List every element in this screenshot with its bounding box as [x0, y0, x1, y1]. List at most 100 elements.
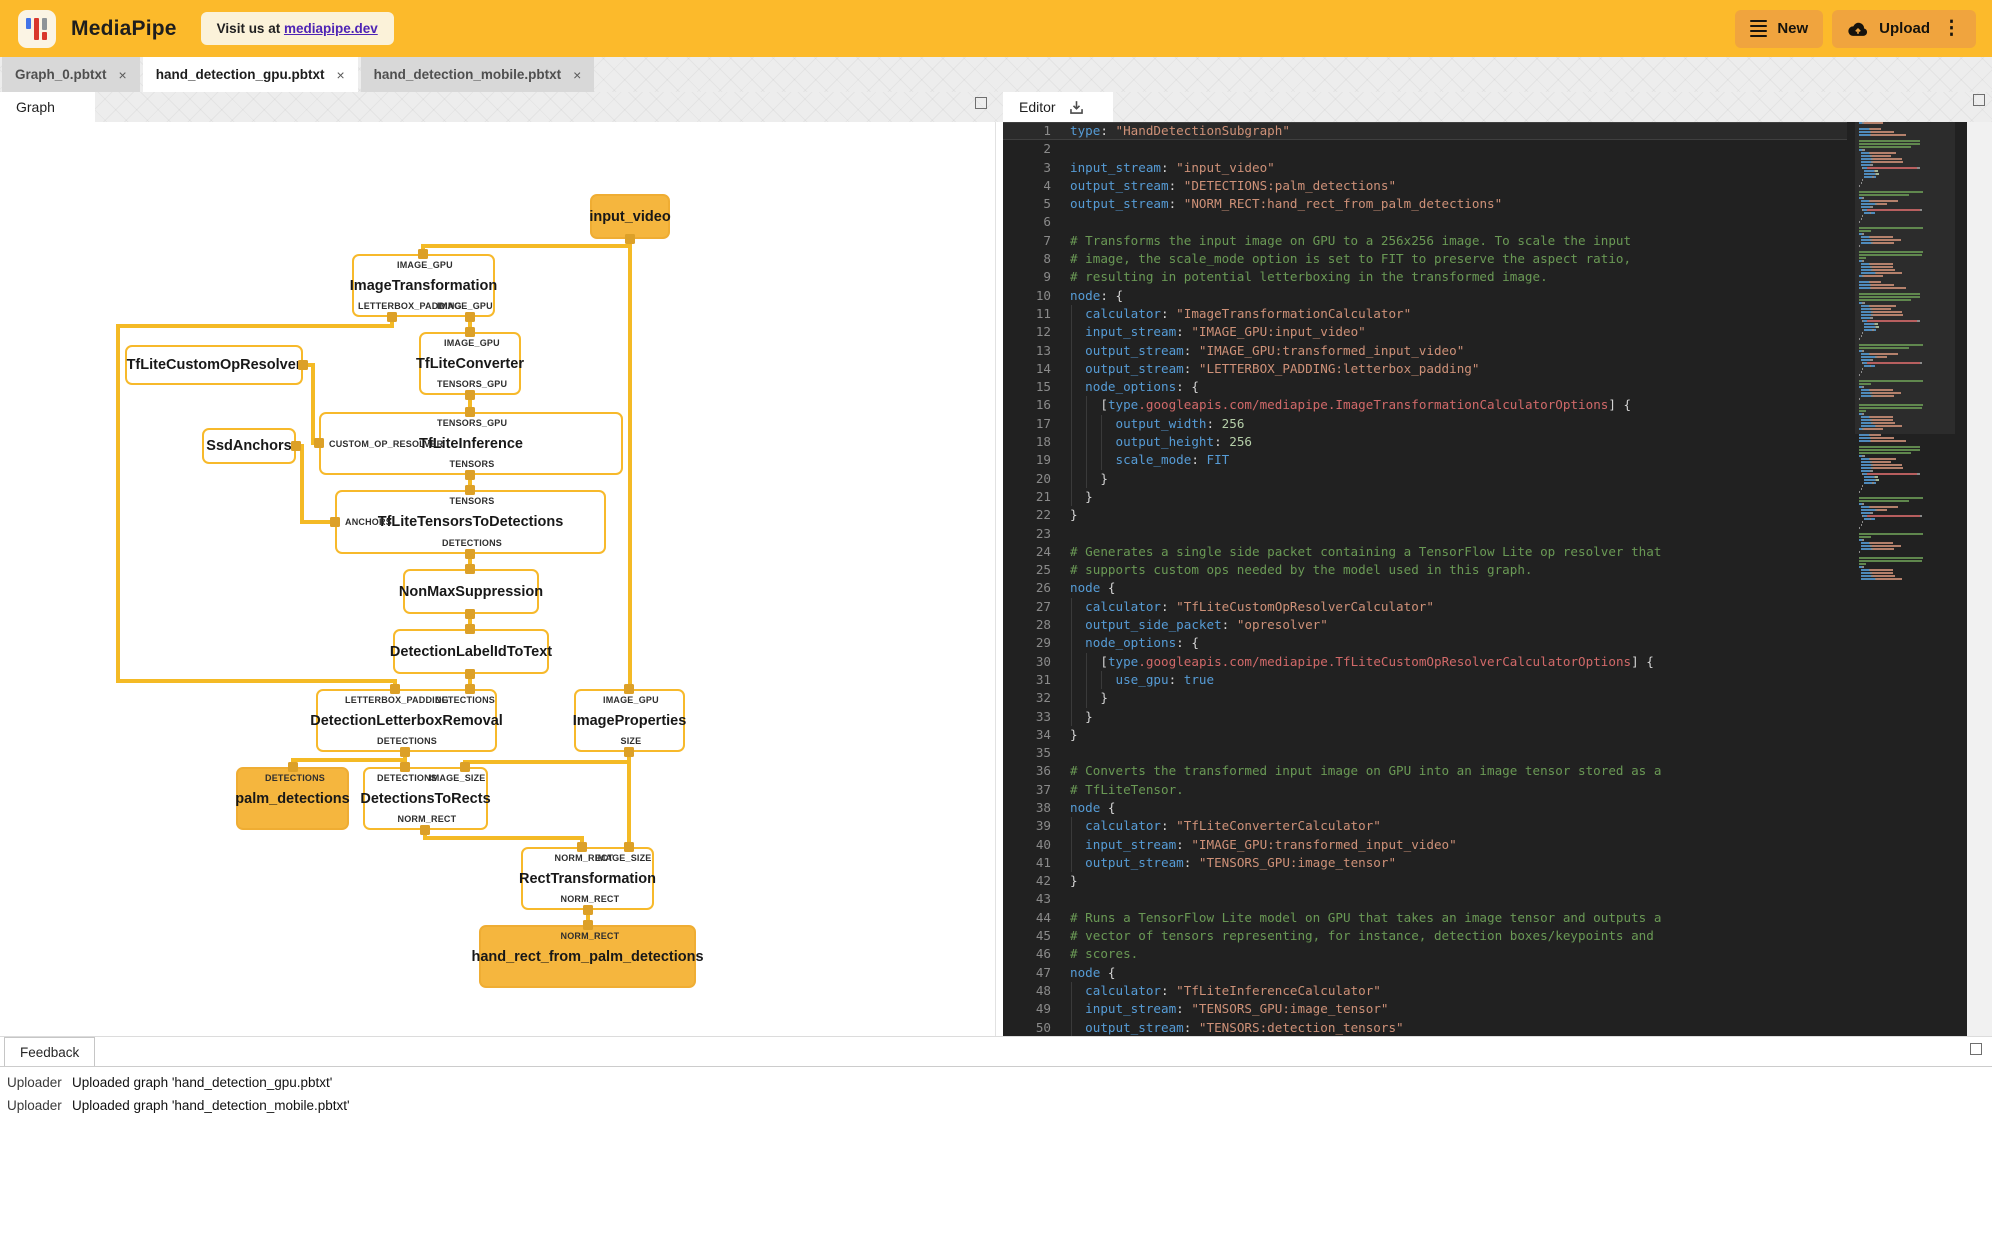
code-line-36: 36 # Converts the transformed input image…	[1003, 762, 1847, 780]
minimap-line	[1859, 500, 1951, 502]
node-port	[460, 762, 470, 772]
code-line-10: 10 node: {	[1003, 287, 1847, 305]
node-port	[400, 747, 410, 757]
new-list-icon	[1750, 19, 1768, 38]
node-port	[624, 842, 634, 852]
graph-panel: input_video ImageTransformation IMAGE_GPU L…	[0, 122, 996, 1036]
code-line-45: 45 # vector of tensors representing, for …	[1003, 927, 1847, 945]
code-line-15: 15 node_options: {	[1003, 378, 1847, 397]
port-label: NORM_RECT	[397, 814, 457, 824]
line-number: 8	[1043, 251, 1051, 267]
minimap[interactable]	[1855, 122, 1955, 1036]
minimap-line	[1859, 533, 1951, 535]
line-number: 31	[1035, 671, 1051, 687]
graph-edge	[463, 760, 631, 764]
graph-node-rect_transformation[interactable]: RectTransformation NORM_RECT IMAGE_SIZE NOR…	[519, 847, 656, 910]
line-number: 16	[1035, 397, 1051, 413]
graph-node-detection_letterbox_removal[interactable]: DetectionLetterboxRemoval LETTERBOX_PADDI…	[310, 689, 503, 752]
expand-feedback-panel-icon[interactable]	[1970, 1043, 1982, 1055]
file-tab-label: hand_detection_gpu.pbtxt	[155, 67, 325, 82]
code-line-39: 39 calculator: "TfLiteConverterCalculato…	[1003, 817, 1847, 836]
graph-node-tflite_tensors_to_detections[interactable]: TfLiteTensorsToDetections TENSORS ANCHORS D…	[335, 490, 606, 554]
expand-graph-panel-icon[interactable]	[975, 97, 987, 109]
graph-node-tflite_inference[interactable]: TfLiteInference TENSORS_GPU CUSTOM_OP_RESO…	[319, 412, 623, 475]
graph-canvas[interactable]: input_video ImageTransformation IMAGE_GPU L…	[0, 122, 995, 1036]
graph-edge	[627, 750, 631, 849]
node-port	[400, 762, 410, 772]
node-port	[583, 905, 593, 915]
code-line-47: 47 node {	[1003, 964, 1847, 982]
minimap-line	[1859, 530, 1951, 532]
minimap-line	[1859, 554, 1951, 556]
port-label: NORM_RECT	[560, 931, 620, 941]
graph-edge	[291, 758, 407, 762]
node-title: ImageTransformation	[349, 277, 498, 294]
feedback-message: Uploaded graph 'hand_detection_gpu.pbtxt…	[72, 1075, 333, 1090]
download-graph-icon[interactable]	[1067, 98, 1086, 117]
graph-node-detections_to_rects[interactable]: DetectionsToRects DETECTIONS IMAGE_SIZE NOR…	[360, 767, 491, 830]
tab-feedback[interactable]: Feedback	[4, 1037, 96, 1066]
code-line-17: 17 output_width: 256	[1003, 414, 1847, 434]
code-line-13: 13 output_stream: "IMAGE_GPU:transformed…	[1003, 341, 1847, 360]
graph-node-image_properties[interactable]: ImageProperties IMAGE_GPU SIZE	[573, 689, 686, 752]
minimap-line	[1859, 539, 1951, 541]
line-number: 17	[1035, 415, 1051, 431]
line-number: 44	[1035, 909, 1051, 925]
minimap-line	[1859, 446, 1951, 448]
minimap-line	[1859, 566, 1951, 568]
node-port	[465, 684, 475, 694]
code-line-48: 48 calculator: "TfLiteInferenceCalculato…	[1003, 981, 1847, 1001]
file-tab-hand_detection_gpu-pbtxt[interactable]: hand_detection_gpu.pbtxt ×	[142, 57, 358, 92]
code-line-34: 34}	[1003, 726, 1847, 744]
node-port	[465, 485, 475, 495]
graph-node-palm_detections[interactable]: palm_detections DETECTIONS	[235, 767, 350, 830]
expand-editor-panel-icon[interactable]	[1973, 94, 1985, 106]
graph-edge	[116, 679, 397, 683]
graph-node-non_max_suppression[interactable]: NonMaxSuppression	[399, 569, 543, 614]
feedback-row: Uploader Uploaded graph 'hand_detection_m…	[0, 1090, 1992, 1113]
feedback-row: Uploader Uploaded graph 'hand_detection_g…	[0, 1067, 1992, 1090]
graph-node-tflite_custom_op_resolver[interactable]: TfLiteCustomOpResolver	[125, 345, 303, 385]
close-tab-icon[interactable]: ×	[573, 67, 581, 83]
code-line-22: 22}	[1003, 506, 1847, 524]
line-number: 29	[1035, 635, 1051, 651]
minimap-line	[1859, 551, 1951, 553]
line-number: 18	[1035, 434, 1051, 450]
graph-node-hand_rect_from_palm_detections[interactable]: hand_rect_from_palm_detections NORM_RECT	[471, 925, 704, 988]
mediapipe-dev-link[interactable]: mediapipe.dev	[284, 21, 378, 36]
code-line-18: 18 output_height: 256	[1003, 433, 1847, 452]
line-number: 20	[1035, 470, 1051, 486]
graph-node-detection_label_id_to_text[interactable]: DetectionLabelIdToText	[390, 629, 552, 674]
editor-tab-label: Editor	[1019, 99, 1056, 115]
file-tab-hand_detection_mobile-pbtxt[interactable]: hand_detection_mobile.pbtxt ×	[360, 57, 595, 92]
close-tab-icon[interactable]: ×	[336, 67, 344, 83]
code-line-40: 40 input_stream: "IMAGE_GPU:transformed_…	[1003, 835, 1847, 854]
line-number: 9	[1043, 269, 1051, 285]
close-tab-icon[interactable]: ×	[119, 67, 127, 83]
code-area[interactable]: 1 type: "HandDetectionSubgraph" 2 3 input_st…	[1003, 122, 1847, 1036]
new-button-label: New	[1777, 20, 1809, 37]
file-tab-Graph_0-pbtxt[interactable]: Graph_0.pbtxt ×	[2, 57, 140, 92]
graph-node-tflite_converter[interactable]: TfLiteConverter IMAGE_GPU TENSORS_GPU	[416, 332, 524, 395]
feedback-message: Uploaded graph 'hand_detection_mobile.pb…	[72, 1098, 350, 1113]
upload-button[interactable]: Upload ⋮	[1832, 9, 1976, 48]
code-line-25: 25 # supports custom ops needed by the mo…	[1003, 561, 1847, 579]
graph-edge	[311, 363, 315, 445]
code-line-33: 33 }	[1003, 707, 1847, 726]
graph-node-ssd_anchors[interactable]: SsdAnchors	[202, 428, 296, 464]
tab-editor[interactable]: Editor	[1003, 92, 1113, 122]
feedback-tab-label: Feedback	[20, 1044, 80, 1060]
upload-menu-kebab-icon[interactable]: ⋮	[1942, 17, 1961, 40]
node-port	[465, 609, 475, 619]
minimap-line	[1859, 476, 1951, 478]
tab-graph[interactable]: Graph	[0, 92, 95, 122]
node-port	[465, 669, 475, 679]
graph-node-image_transformation[interactable]: ImageTransformation IMAGE_GPU LETTERBOX_PA…	[349, 254, 498, 317]
graph-node-input_video[interactable]: input_video	[589, 194, 671, 239]
new-button[interactable]: New	[1735, 9, 1824, 48]
minimap-line	[1859, 563, 1951, 565]
minimap-line	[1859, 461, 1951, 463]
line-number: 7	[1043, 232, 1051, 248]
line-number: 28	[1035, 617, 1051, 633]
port-label: SIZE	[620, 736, 642, 746]
